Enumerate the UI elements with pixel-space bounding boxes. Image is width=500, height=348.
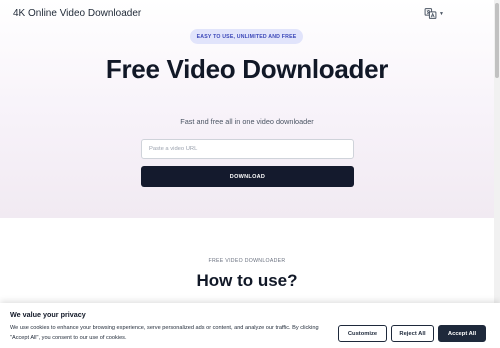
brand-logo[interactable]: 4K Online Video Downloader <box>13 8 141 19</box>
hero-subtitle: Fast and free all in one video downloade… <box>180 117 314 126</box>
cookie-banner: We value your privacy We use cookies to … <box>0 303 500 348</box>
accept-all-button[interactable]: Accept All <box>438 325 486 342</box>
cookie-title: We value your privacy <box>10 310 86 319</box>
chevron-down-icon: ▼ <box>439 10 444 17</box>
page-scrollbar[interactable] <box>494 0 500 348</box>
scrollbar-thumb[interactable] <box>495 3 499 78</box>
download-button[interactable]: DOWNLOAD <box>141 166 354 187</box>
section-eyebrow: FREE VIDEO DOWNLOADER <box>208 258 286 264</box>
customize-button[interactable]: Customize <box>338 325 387 342</box>
reject-all-button[interactable]: Reject All <box>391 325 434 342</box>
hero-section: EASY TO USE, UNLIMITED AND FREE Free Vid… <box>0 0 494 218</box>
site-header: 4K Online Video Downloader ▼ <box>0 0 494 28</box>
cookie-text: We use cookies to enhance your browsing … <box>10 325 319 341</box>
video-url-input[interactable] <box>141 139 354 159</box>
page: EASY TO USE, UNLIMITED AND FREE Free Vid… <box>0 0 494 348</box>
language-selector[interactable]: ▼ <box>424 7 444 20</box>
page-title: Free Video Downloader <box>0 56 494 83</box>
how-to-title: How to use? <box>196 271 298 290</box>
page-title-text: Free Video Downloader <box>105 54 389 84</box>
hero-badge: EASY TO USE, UNLIMITED AND FREE <box>190 29 303 44</box>
translate-icon <box>424 8 437 19</box>
